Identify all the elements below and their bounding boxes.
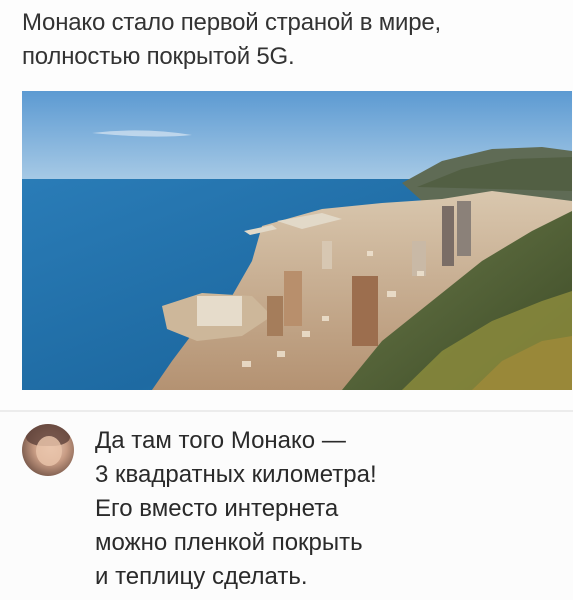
comment-text-line: Да там того Монако — [95, 427, 346, 454]
post-text: Монако стало первой страной в мире, полн… [22, 6, 562, 74]
avatar[interactable] [22, 424, 74, 476]
comment-text-line: и теплицу сделать. [95, 563, 308, 590]
comment: Да там того Монако — 3 квадратных киломе… [0, 412, 573, 600]
post-text-line: полностью покрытой 5G. [22, 43, 295, 70]
post-card: Монако стало первой страной в мире, полн… [0, 0, 573, 410]
post-photo[interactable] [22, 91, 572, 390]
comment-text-line: можно пленкой покрыть [95, 529, 363, 556]
comment-text-line: 3 квадратных километра! [95, 461, 377, 488]
comment-text: Да там того Монако — 3 квадратных киломе… [95, 424, 565, 594]
avatar-face [36, 436, 62, 466]
post-text-line: Монако стало первой страной в мире, [22, 9, 442, 36]
comment-text-line: Его вместо интернета [95, 495, 339, 522]
monaco-landscape-image [22, 91, 572, 390]
